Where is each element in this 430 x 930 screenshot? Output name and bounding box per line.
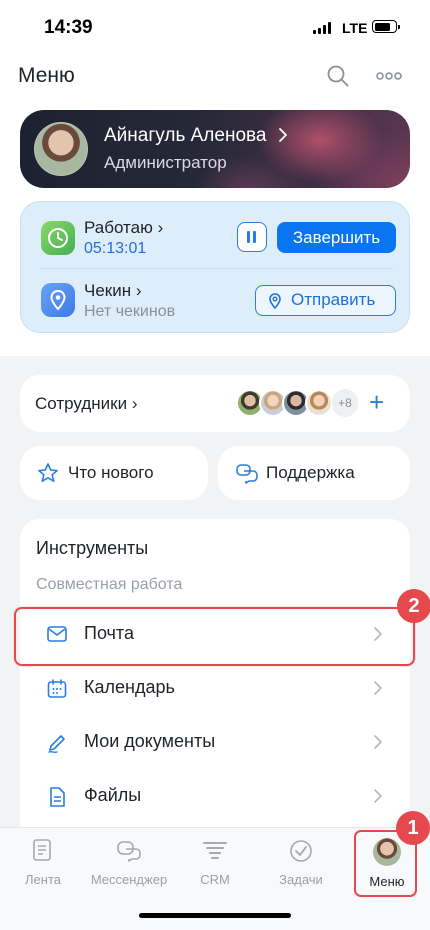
status-time: 14:39: [44, 17, 93, 38]
checkin-label[interactable]: Чекин ›: [84, 281, 142, 301]
chevron-right-icon: [374, 681, 382, 695]
location-pin-icon: [41, 283, 75, 317]
chevron-right-icon: [374, 789, 382, 803]
calendar-icon: [47, 679, 67, 698]
finish-button[interactable]: Завершить: [277, 222, 396, 253]
location-pin-icon: [269, 293, 281, 310]
tools-card: Инструменты Совместная работа Почта Кале…: [20, 519, 410, 849]
support-button[interactable]: Поддержка: [218, 446, 410, 500]
tab-feed[interactable]: Лента: [0, 838, 86, 887]
status-bar: 14:39 LTE: [0, 0, 430, 52]
tools-section-label: Совместная работа: [36, 576, 183, 593]
tab-label: CRM: [200, 872, 230, 887]
send-button[interactable]: Отправить: [255, 285, 396, 316]
work-day-card: Работаю › 05:13:01 Завершить Чекин › Нет…: [20, 201, 410, 333]
chat-icon: [236, 464, 258, 484]
file-icon: [50, 787, 65, 807]
tools-item-label: Календарь: [84, 677, 175, 697]
work-status-label[interactable]: Работаю ›: [84, 218, 163, 238]
checkin-status: Нет чекинов: [84, 303, 176, 320]
tools-item-files[interactable]: Файлы: [20, 769, 410, 823]
chevron-right-icon: [279, 128, 287, 142]
tools-item-documents[interactable]: Мои документы: [20, 715, 410, 769]
page-title: Меню: [18, 64, 75, 87]
more-icon[interactable]: [374, 64, 404, 88]
home-indicator: [139, 913, 291, 918]
star-icon: [38, 463, 58, 483]
profile-name: Айнагуль Аленова: [104, 125, 267, 146]
staff-more-count: +8: [332, 389, 358, 417]
crm-icon: [203, 842, 227, 859]
divider: [41, 268, 393, 269]
profile-role: Администратор: [104, 153, 227, 172]
whats-new-button[interactable]: Что нового: [20, 446, 208, 500]
staff-card[interactable]: Сотрудники › +8 +: [20, 375, 410, 432]
staff-label: Сотрудники ›: [35, 394, 138, 413]
send-label: Отправить: [291, 290, 376, 309]
feed-icon: [33, 839, 51, 861]
avatar: [305, 389, 333, 417]
signal-icon: [313, 22, 331, 34]
tab-label: Лента: [25, 872, 61, 887]
tasks-icon: [290, 840, 312, 862]
mail-highlight: [14, 607, 415, 666]
whats-new-label: Что нового: [68, 463, 154, 482]
tab-label: Задачи: [279, 872, 323, 887]
network-label: LTE: [342, 20, 368, 36]
pen-icon: [48, 735, 65, 753]
profile-card[interactable]: Айнагуль Аленова Администратор: [20, 110, 410, 188]
step-badge-1: 1: [396, 811, 430, 845]
tools-item-label: Мои документы: [84, 731, 216, 751]
step-badge-2: 2: [397, 589, 430, 623]
tools-item-label: Файлы: [84, 785, 142, 805]
tab-messenger[interactable]: Мессенджер: [86, 838, 172, 887]
tools-title: Инструменты: [36, 538, 149, 558]
chevron-right-icon: [374, 735, 382, 749]
tab-crm[interactable]: CRM: [172, 838, 258, 887]
battery-icon: [372, 20, 400, 33]
messenger-icon: [117, 841, 141, 862]
tools-item-calendar[interactable]: Календарь: [20, 661, 410, 715]
pause-button[interactable]: [237, 222, 267, 252]
search-icon[interactable]: [326, 64, 350, 88]
tab-label: Мессенджер: [90, 872, 168, 887]
add-staff-button[interactable]: +: [369, 389, 384, 415]
avatar: [34, 122, 88, 176]
tab-tasks[interactable]: Задачи: [258, 838, 344, 887]
support-label: Поддержка: [266, 463, 355, 482]
clock-icon: [41, 221, 75, 255]
work-timer: 05:13:01: [84, 240, 147, 257]
